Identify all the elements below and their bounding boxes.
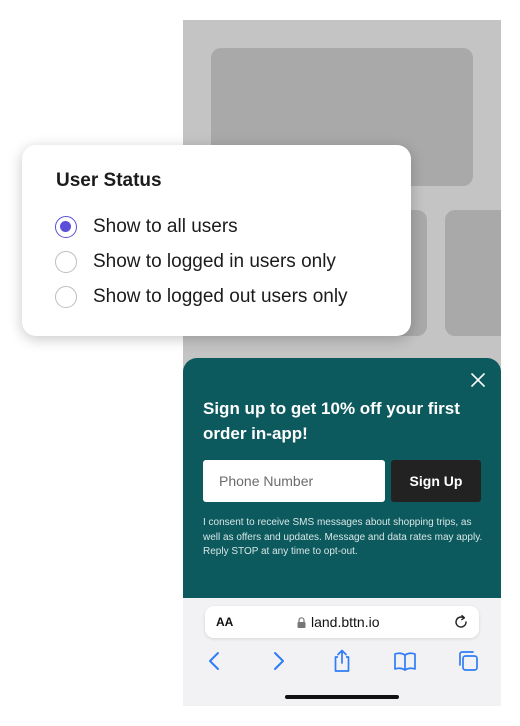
browser-nav-row	[183, 648, 501, 674]
radio-option-logged-in[interactable]: Show to logged in users only	[55, 249, 336, 275]
consent-text: I consent to receive SMS messages about …	[203, 517, 483, 557]
share-icon[interactable]	[329, 648, 355, 674]
reload-icon[interactable]	[452, 613, 470, 631]
back-icon[interactable]	[202, 648, 228, 674]
tabs-icon[interactable]	[455, 648, 481, 674]
browser-toolbar: AA land.bttn.io	[183, 598, 501, 706]
card-title: User Status	[56, 170, 162, 191]
close-icon[interactable]	[469, 371, 487, 389]
home-indicator	[285, 695, 399, 699]
signup-popup: Sign up to get 10% off your first order …	[183, 358, 501, 598]
radio-button[interactable]	[55, 286, 77, 308]
user-status-card: User Status Show to all users Show to lo…	[22, 145, 411, 336]
popup-title: Sign up to get 10% off your first order …	[203, 399, 460, 443]
radio-option-logged-out[interactable]: Show to logged out users only	[55, 284, 348, 310]
radio-option-label: Show to logged in users only	[93, 251, 336, 272]
radio-button[interactable]	[55, 251, 77, 273]
radio-option-label: Show to all users	[93, 216, 238, 237]
radio-option-all-users[interactable]: Show to all users	[55, 214, 238, 240]
lock-icon	[297, 616, 306, 628]
forward-icon[interactable]	[265, 648, 291, 674]
url-text: land.bttn.io	[311, 614, 380, 630]
url-display[interactable]: land.bttn.io	[297, 614, 380, 630]
radio-button-selected[interactable]	[55, 216, 77, 238]
text-size-button[interactable]: AA	[216, 615, 233, 629]
placeholder-block	[445, 210, 501, 336]
bookmarks-icon[interactable]	[392, 648, 418, 674]
address-bar[interactable]: AA land.bttn.io	[205, 606, 479, 638]
sign-up-button[interactable]: Sign Up	[391, 460, 481, 502]
phone-number-input[interactable]	[203, 460, 385, 502]
phone-mockup: Sign up to get 10% off your first order …	[183, 20, 501, 706]
radio-option-label: Show to logged out users only	[93, 286, 348, 307]
